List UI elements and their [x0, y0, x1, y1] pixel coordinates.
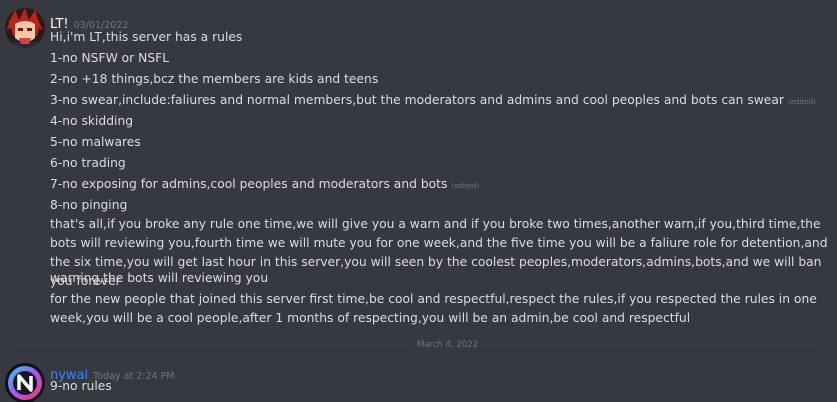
message-line: warning,the bots will reviewing you [50, 271, 269, 285]
message-group-nywal: nywal Today at 2:24 PM 9-no rules [0, 355, 837, 402]
neon-n-logo-icon [5, 363, 45, 402]
avatar-nywal[interactable] [5, 363, 45, 402]
date-divider-label: March 4, 2022 [413, 340, 483, 351]
edited-tag: (edited) [787, 98, 816, 106]
message-line: 6-no trading [50, 156, 126, 170]
message-line: Hi,i'm LT,this server has a rules [50, 30, 243, 44]
message-group-lt: LT! 03/01/2022 Hi,i'm LT,this server has … [0, 0, 837, 330]
message-line: 4-no skidding [50, 114, 134, 128]
edited-tag: (edited) [451, 182, 480, 190]
chat-messages: LT! 03/01/2022 Hi,i'm LT,this server has … [0, 0, 837, 402]
message-line: for the new people that joined this serv… [50, 292, 817, 325]
message-line: 3-no swear,include:faliures and normal m… [50, 93, 816, 107]
message-line: 2-no +18 things,bcz the members are kids… [50, 72, 379, 86]
message-line: 9-no rules [50, 379, 112, 393]
message-line: 5-no malwares [50, 135, 141, 149]
message-line: 1-no NSFW or NSFL [50, 51, 170, 65]
message-line: 7-no exposing for admins,cool peoples an… [50, 177, 480, 191]
avatar-lt[interactable] [5, 8, 45, 48]
anime-character-icon [5, 8, 45, 48]
message-line: 8-no pinging [50, 198, 128, 212]
